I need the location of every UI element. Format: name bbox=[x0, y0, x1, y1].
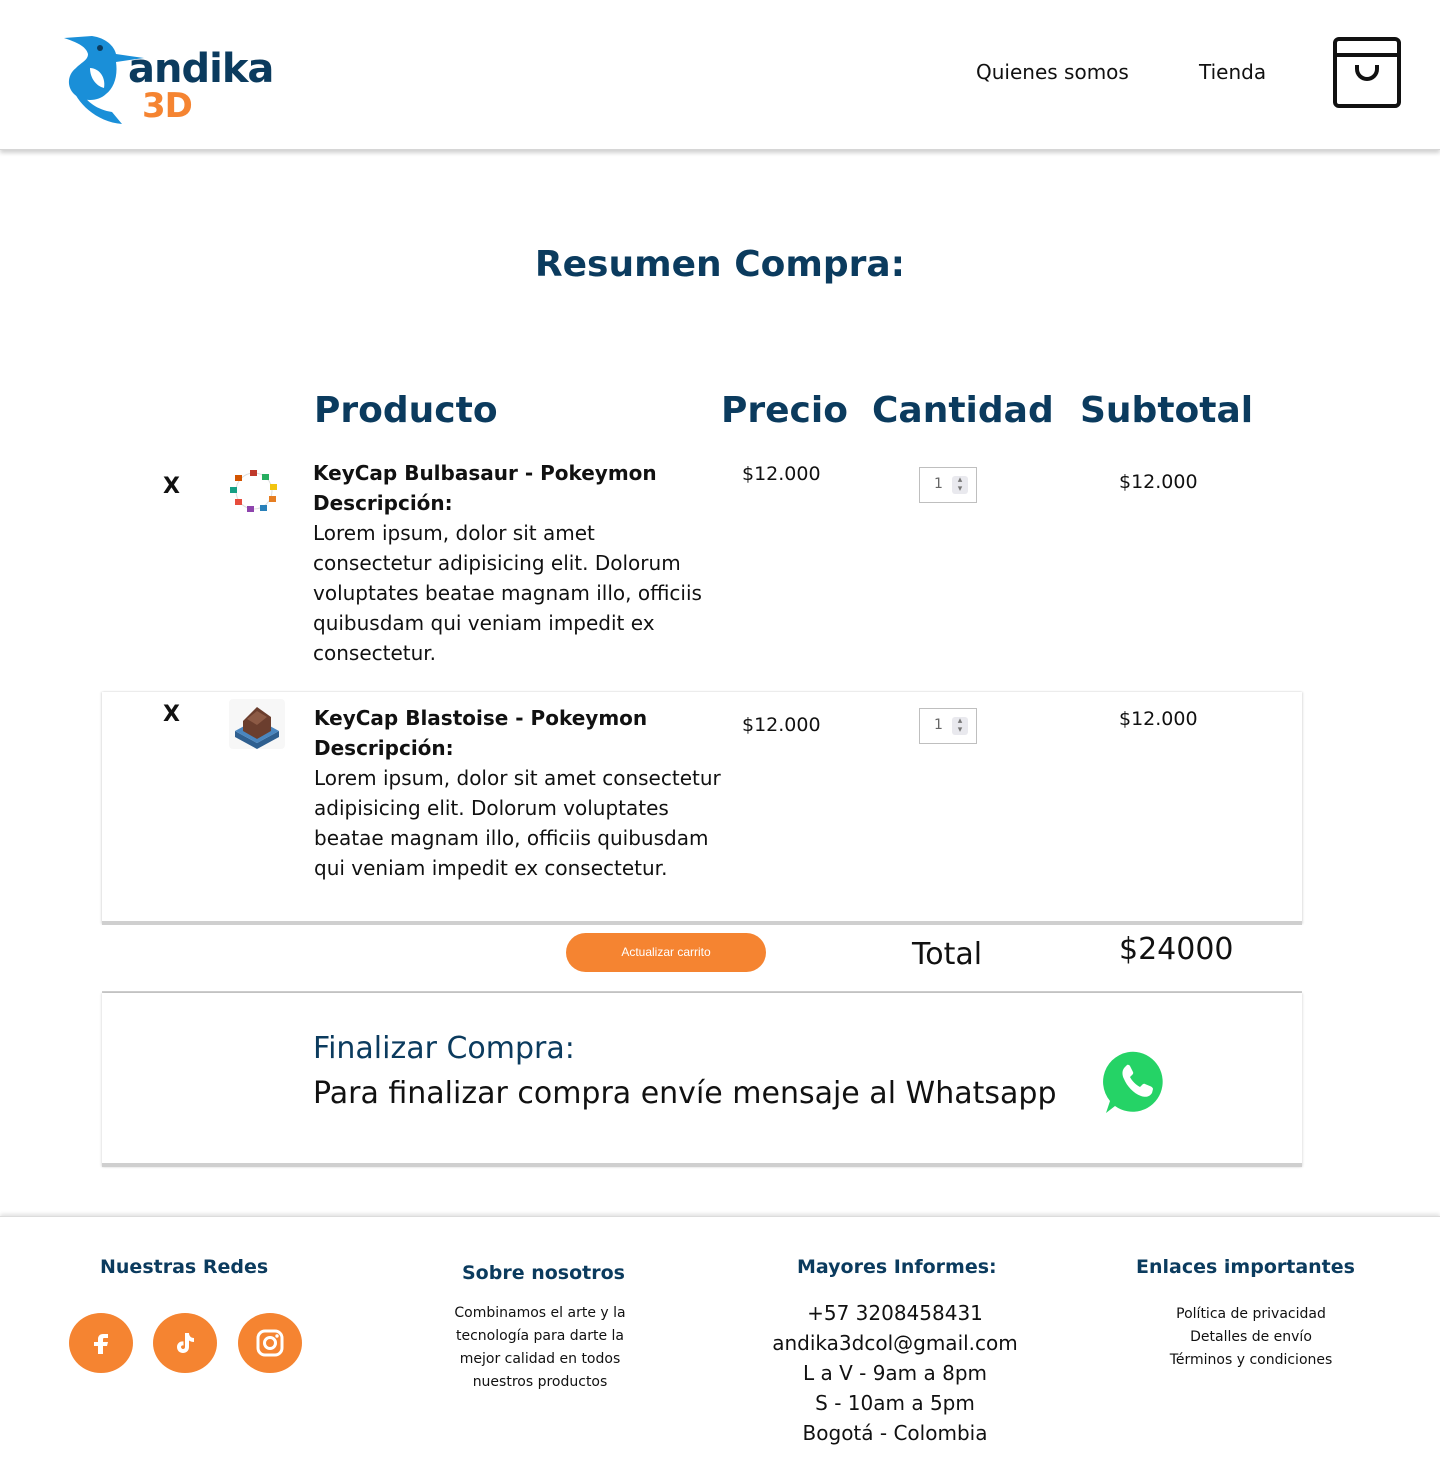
nav-quienes-somos[interactable]: Quienes somos bbox=[976, 60, 1129, 84]
contact-hours-saturday: S - 10am a 5pm bbox=[815, 1391, 975, 1415]
quantity-value: 1 bbox=[934, 476, 943, 492]
product-description-label: Descripción: bbox=[313, 491, 453, 515]
footer-contact-title: Mayores Informes: bbox=[797, 1256, 997, 1278]
footer-about-text: Combinamos el arte y la tecnología para … bbox=[454, 1305, 626, 1390]
quantity-stepper[interactable]: 1 ▴ ▾ bbox=[919, 708, 977, 744]
product-name: KeyCap Bulbasaur - Pokeymon bbox=[313, 461, 657, 485]
column-header-quantity: Cantidad bbox=[872, 390, 1054, 431]
product-price: $12.000 bbox=[742, 463, 821, 485]
whatsapp-icon[interactable] bbox=[1103, 1049, 1170, 1116]
column-header-price: Precio bbox=[721, 390, 848, 431]
checkout-title: Finalizar Compra: bbox=[313, 1031, 575, 1066]
link-privacy-policy[interactable]: Política de privacidad bbox=[1136, 1303, 1366, 1326]
quantity-stepper[interactable]: 1 ▴ ▾ bbox=[919, 467, 977, 503]
contact-hours-weekday: L a V - 9am a 8pm bbox=[802, 1361, 988, 1385]
site-header: andika 3D Quienes somos Tienda bbox=[0, 0, 1440, 150]
remove-item-button[interactable]: X bbox=[163, 474, 180, 499]
spinner-arrows-icon[interactable]: ▴ ▾ bbox=[952, 476, 968, 494]
remove-item-button[interactable]: X bbox=[163, 702, 180, 727]
column-header-product: Producto bbox=[314, 390, 498, 431]
bag-rim bbox=[1337, 53, 1397, 57]
footer-links-title: Enlaces importantes bbox=[1136, 1256, 1355, 1278]
row-subtotal: $12.000 bbox=[1119, 708, 1198, 730]
checkout-message: Para finalizar compra envíe mensaje al W… bbox=[313, 1076, 1057, 1111]
product-thumbnail bbox=[230, 470, 277, 512]
instagram-icon[interactable] bbox=[238, 1313, 302, 1373]
column-header-subtotal: Subtotal bbox=[1080, 390, 1254, 431]
contact-location: Bogotá - Colombia bbox=[802, 1421, 988, 1445]
product-description-label: Descripción: bbox=[314, 736, 454, 760]
link-shipping-details[interactable]: Detalles de envío bbox=[1136, 1326, 1366, 1349]
contact-email[interactable]: andika3dcol@gmail.com bbox=[745, 1328, 1045, 1358]
footer-links-list: Política de privacidad Detalles de envío… bbox=[1136, 1303, 1366, 1372]
contact-phone[interactable]: +57 3208458431 bbox=[745, 1298, 1045, 1328]
tiktok-icon[interactable] bbox=[153, 1313, 217, 1373]
spinner-arrows-icon[interactable]: ▴ ▾ bbox=[952, 717, 968, 735]
page-title: Resumen Compra: bbox=[534, 244, 906, 285]
product-name: KeyCap Blastoise - Pokeymon bbox=[314, 706, 648, 730]
footer-contact-list: +57 3208458431 andika3dcol@gmail.com L a… bbox=[745, 1298, 1045, 1448]
link-terms-conditions[interactable]: Términos y condiciones bbox=[1136, 1349, 1366, 1372]
product-thumbnail bbox=[229, 699, 285, 749]
brand-name-3d: 3D bbox=[142, 86, 193, 126]
update-cart-button[interactable]: Actualizar carrito bbox=[566, 933, 766, 972]
product-price: $12.000 bbox=[742, 714, 821, 736]
total-label: Total bbox=[912, 937, 983, 972]
facebook-icon[interactable] bbox=[69, 1313, 133, 1373]
total-value: $24000 bbox=[1119, 932, 1234, 967]
footer-about-title: Sobre nosotros bbox=[462, 1262, 625, 1284]
brand-logo[interactable]: andika 3D bbox=[62, 32, 274, 127]
row-subtotal: $12.000 bbox=[1119, 471, 1198, 493]
footer-social-title: Nuestras Redes bbox=[100, 1256, 269, 1278]
nav-tienda[interactable]: Tienda bbox=[1199, 60, 1266, 84]
shopping-bag-icon[interactable] bbox=[1333, 37, 1401, 108]
bag-handle bbox=[1355, 65, 1379, 81]
product-description: Lorem ipsum, dolor sit amet consectetur … bbox=[314, 766, 721, 880]
product-description: Lorem ipsum, dolor sit amet consectetur … bbox=[313, 521, 702, 665]
quantity-value: 1 bbox=[934, 717, 943, 733]
